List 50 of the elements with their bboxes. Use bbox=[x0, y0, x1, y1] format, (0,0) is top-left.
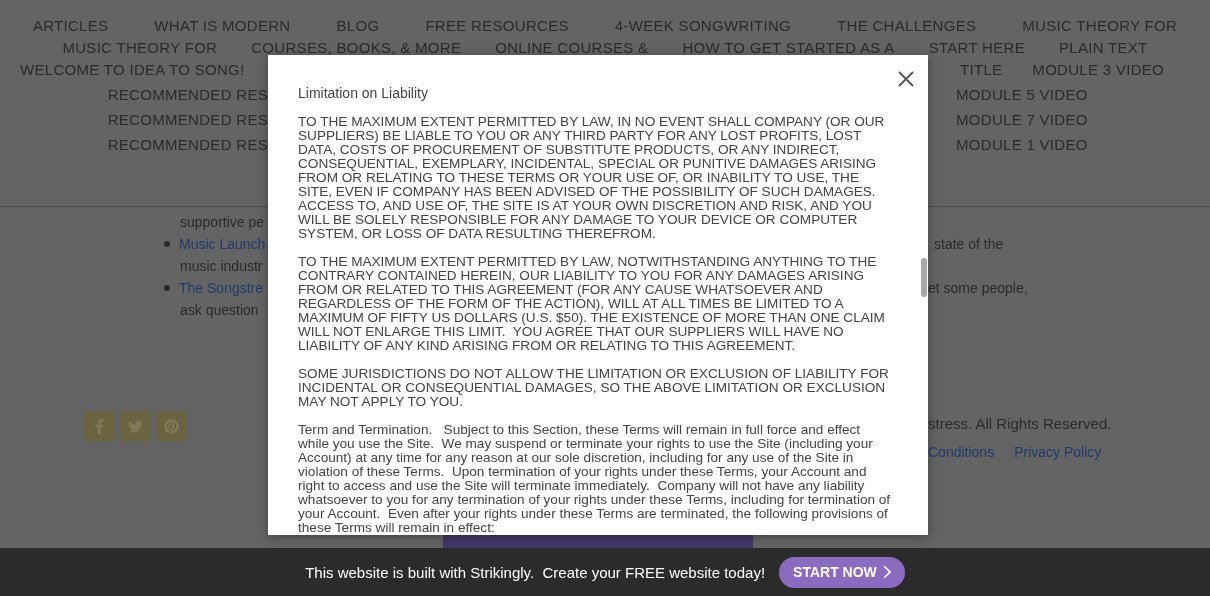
bird-icon bbox=[127, 418, 143, 434]
social-button[interactable] bbox=[120, 411, 150, 441]
nav-link[interactable]: ARTICLES bbox=[32, 16, 109, 34]
nav-link[interactable]: HOW TO GET STARTED AS A bbox=[682, 38, 895, 56]
nav-link[interactable]: START HERE bbox=[928, 38, 1025, 56]
social-button[interactable] bbox=[156, 411, 186, 441]
nav-link[interactable]: COURSES, BOOKS, & MORE bbox=[251, 38, 462, 56]
bullet-icon bbox=[164, 285, 170, 291]
text-link[interactable]: Music Launch bbox=[179, 236, 266, 252]
text-link[interactable]: The Songstre bbox=[179, 280, 264, 296]
nav-link[interactable]: 4-WEEK SONGWRITING bbox=[614, 16, 792, 34]
chevron-right-icon bbox=[882, 565, 891, 579]
terms-paragraph: SOME JURISDICTIONS DO NOT ALLOW THE LIMITATION OR EXCLUSION OF LIABILITY FOR INCIDENTAL OR CONSEQUENTIAL DAMAGES, SO THE ABOVE LIMITATION OR EXCLUSION MAY NOT APPLY TO YOU. bbox=[298, 367, 890, 409]
nav-link[interactable]: BLOG bbox=[336, 16, 380, 34]
nav-link[interactable]: WELCOME TO IDEA TO SONG! bbox=[20, 61, 245, 78]
nav-link[interactable]: MODULE 1 VIDEO bbox=[956, 136, 1088, 153]
footer-link[interactable]: Privacy Policy bbox=[1014, 444, 1102, 460]
nav-link[interactable]: RECOMMENDED RES bbox=[107, 111, 268, 128]
nav-link[interactable]: MODULE 7 VIDEO bbox=[956, 111, 1088, 128]
social-button[interactable] bbox=[84, 411, 114, 441]
body-text: et some people, bbox=[928, 280, 1028, 296]
nav-link[interactable]: FREE RESOURCES bbox=[425, 16, 569, 34]
body-text: music industr bbox=[180, 258, 263, 274]
pinterest-icon bbox=[163, 418, 179, 434]
bullet-icon bbox=[164, 241, 170, 247]
nav-link[interactable]: TITLE bbox=[960, 61, 1003, 78]
body-text: ask question bbox=[180, 302, 259, 318]
terms-paragraph: TO THE MAXIMUM EXTENT PERMITTED BY LAW, NOTWITHSTANDING ANYTHING TO THE CONTRARY CONTAINED HEREIN, OUR LIABILITY TO YOU FOR ANY DAMAGES ARISING FROM OR RELATED TO THIS AGREEMENT (FOR ANY CAUSE WHATSOEVER AND REGARDLESS OF THE FORM OF THE ACTION), WILL AT ALL TIMES BE LIMITED TO A MAXIMUM OF FIFTY US DOLLARS (U.S. $50). THE EXISTENCE OF MORE THAN ONE CLAIM WILL NOT ENLARGE THIS LIMIT. YOU AGREE THAT OUR SUPPLIERS WILL HAVE NO LIABILITY OF ANY KIND ARISING FROM OR RELATING TO THIS AGREEMENT. bbox=[298, 255, 886, 353]
nav-link[interactable]: MODULE 3 VIDEO bbox=[1032, 61, 1165, 78]
nav-link[interactable]: MUSIC THEORY FOR bbox=[1022, 16, 1178, 34]
nav-link[interactable]: THE CHALLENGES bbox=[837, 16, 977, 34]
nav-link[interactable]: MUSIC THEORY FOR bbox=[62, 38, 218, 56]
section-heading: Limitation on Liability bbox=[298, 85, 429, 101]
nav-link[interactable]: MODULE 5 VIDEO bbox=[956, 86, 1088, 103]
terms-paragraph: TO THE MAXIMUM EXTENT PERMITTED BY LAW, IN NO EVENT SHALL COMPANY (OR OUR SUPPLIERS) BE LIABLE TO YOU OR ANY THIRD PARTY FOR ANY LOST PROFITS, LOST DATA, COSTS OF PROCUREMENT OF SUBSTITUTE PRODUCTS, OR ANY INDIRECT, CONSEQUENTIAL, EXEMPLARY, INCIDENTAL, SPECIAL OR PUNITIVE DAMAGES ARISING FROM OR RELATING TO THESE TERMS OR YOUR USE OF, OR INABILITY TO USE, THE SITE, EVEN IF COMPANY HAS BEEN ADVISED OF THE POSSIBILITY OF SUCH DAMAGES. ACCESS TO, AND USE OF, THE SITE IS AT YOUR OWN DISCRETION AND RISK, AND YOU WILL BE SOLELY RESPONSIBLE FOR ANY DAMAGE TO YOUR DEVICE OR COMPUTER SYSTEM, OR LOSS OF DATA RESULTING THEREFROM. bbox=[298, 115, 886, 241]
nav-link[interactable]: RECOMMENDED RES bbox=[107, 136, 268, 153]
start-now-button[interactable]: START NOW bbox=[779, 556, 905, 588]
scrollbar-thumb[interactable] bbox=[921, 258, 927, 297]
terms-paragraph: Term and Termination. Subject to this Section, these Terms will remain in full force and effect while you use the Site. We may suspend or terminate your rights to use the Site (including your Account) at any time for any reason at our sole discretion, including for any use of the Site in violation of these Terms. Upon termination of your rights under these Terms, your Account and right to access and use the Site will terminate immediately. Company will not have any liability whatsoever to you for any termination of your rights under these Terms, including for termination of your Account. Even after your rights under these Terms are terminated, the following provisions of these Terms will remain in effect: bbox=[298, 423, 892, 535]
nav-link[interactable]: ONLINE COURSES & bbox=[495, 38, 649, 56]
body-text: supportive pe bbox=[180, 214, 265, 230]
close-button[interactable] bbox=[896, 69, 916, 89]
body-text: state of the bbox=[934, 236, 1004, 252]
copyright-text: stress. All Rights Reserved. bbox=[928, 415, 1113, 432]
footer-link[interactable]: Conditions bbox=[928, 444, 995, 460]
nav-link[interactable]: WHAT IS MODERN bbox=[154, 16, 291, 34]
close-icon bbox=[898, 71, 914, 87]
nav-link[interactable]: PLAIN TEXT bbox=[1059, 38, 1148, 56]
nav-link[interactable]: RECOMMENDED RES bbox=[107, 86, 268, 103]
banner-text: This website is built with Strikingly. Create your FREE website today! bbox=[305, 563, 766, 581]
